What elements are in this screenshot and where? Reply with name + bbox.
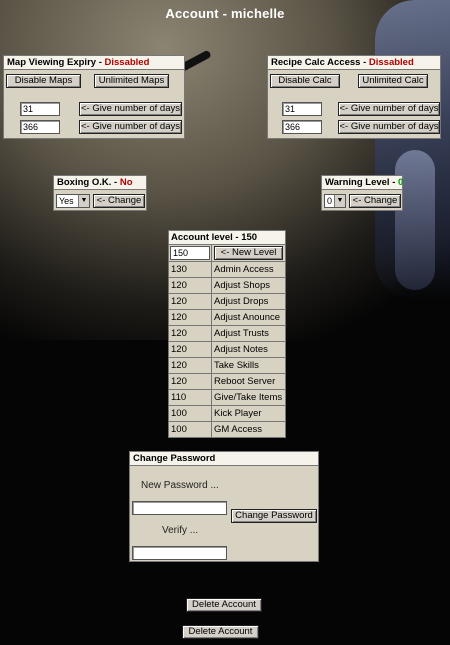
unlimited-maps-button[interactable]: Unlimited Maps	[94, 74, 169, 88]
boxing-header: Boxing O.K. - No	[54, 176, 146, 190]
map-days-input-2[interactable]: 366	[20, 120, 60, 134]
permission-level: 120	[168, 357, 212, 374]
table-row: 120 Adjust Anounce	[168, 309, 286, 326]
permission-name: Adjust Trusts	[211, 325, 286, 342]
warning-panel: Warning Level - 0 0 ▼ <- Change	[321, 175, 403, 211]
delete-account-button-1[interactable]: Delete Account	[186, 598, 262, 612]
permission-level: 100	[168, 421, 212, 438]
permission-name: Adjust Notes	[211, 341, 286, 358]
permission-name: Adjust Shops	[211, 277, 286, 294]
permission-level: 120	[168, 293, 212, 310]
table-row: 110 Give/Take Items	[168, 389, 286, 406]
permission-level: 120	[168, 309, 212, 326]
recipe-calc-header: Recipe Calc Access - Dissabled	[268, 56, 440, 70]
boxing-change-button[interactable]: <- Change	[93, 194, 145, 208]
new-password-label: New Password ...	[141, 480, 219, 491]
table-row: 120 Adjust Trusts	[168, 325, 286, 342]
permission-name: Take Skills	[211, 357, 286, 374]
recipe-days-input-1[interactable]: 31	[282, 102, 322, 116]
boxing-value: No	[119, 177, 133, 188]
permission-name: Admin Access	[211, 261, 286, 278]
map-give-days-button-1[interactable]: <- Give number of days	[79, 102, 182, 116]
warning-select-value: 0	[327, 196, 333, 206]
recipe-calc-status: Dissabled	[368, 57, 414, 68]
account-level-value: 150	[241, 232, 258, 243]
account-level-label: Account level	[171, 232, 233, 243]
recipe-calc-label: Recipe Calc Access	[271, 57, 361, 68]
warning-change-button[interactable]: <- Change	[349, 194, 401, 208]
map-viewing-panel: Map Viewing Expiry - Dissabled Disable M…	[3, 55, 185, 139]
change-password-header: Change Password	[130, 452, 318, 466]
warning-value: 0	[398, 177, 404, 188]
new-level-button[interactable]: <- New Level	[214, 246, 283, 260]
account-level-input-row: 150 <- New Level	[168, 244, 286, 262]
warning-label: Warning Level	[325, 177, 390, 188]
account-level-header: Account level - 150	[168, 230, 286, 245]
recipe-give-days-button-2[interactable]: <- Give number of days	[338, 120, 440, 134]
new-password-input[interactable]	[132, 501, 227, 515]
permission-name: GM Access	[211, 421, 286, 438]
warning-select[interactable]: 0 ▼	[324, 194, 346, 208]
map-days-input-1[interactable]: 31	[20, 102, 60, 116]
delete-account-button-2[interactable]: Delete Account	[182, 625, 259, 639]
permission-name: Kick Player	[211, 405, 286, 422]
table-row: 120 Reboot Server	[168, 373, 286, 390]
permission-name: Adjust Drops	[211, 293, 286, 310]
table-row: 100 Kick Player	[168, 405, 286, 422]
boxing-select-value: Yes	[59, 196, 74, 206]
table-row: 120 Adjust Shops	[168, 277, 286, 294]
table-row: 120 Take Skills	[168, 357, 286, 374]
permission-level: 110	[168, 389, 212, 406]
account-level-input[interactable]: 150	[170, 246, 210, 260]
recipe-give-days-button-1[interactable]: <- Give number of days	[338, 102, 440, 116]
change-password-panel: Change Password New Password ... Change …	[129, 451, 319, 562]
disable-maps-button[interactable]: Disable Maps	[6, 74, 81, 88]
map-viewing-label: Map Viewing Expiry	[7, 57, 97, 68]
table-row: 100 GM Access	[168, 421, 286, 438]
permission-level: 120	[168, 341, 212, 358]
permission-level: 120	[168, 277, 212, 294]
chevron-down-icon: ▼	[78, 195, 89, 207]
boxing-select[interactable]: Yes ▼	[56, 194, 90, 208]
table-row: 120 Adjust Notes	[168, 341, 286, 358]
permission-level: 120	[168, 325, 212, 342]
chevron-down-icon: ▼	[334, 195, 345, 207]
recipe-calc-panel: Recipe Calc Access - Dissabled Disable C…	[267, 55, 441, 139]
warning-header: Warning Level - 0	[322, 176, 404, 190]
character-figure-detail	[395, 150, 435, 290]
unlimited-calc-button[interactable]: Unlimited Calc	[358, 74, 428, 88]
page-title: Account - michelle	[165, 6, 285, 21]
permission-name: Adjust Anounce	[211, 309, 286, 326]
permission-name: Give/Take Items	[211, 389, 286, 406]
map-give-days-button-2[interactable]: <- Give number of days	[79, 120, 182, 134]
disable-calc-button[interactable]: Disable Calc	[270, 74, 340, 88]
table-row: 130 Admin Access	[168, 261, 286, 278]
table-row: 120 Adjust Drops	[168, 293, 286, 310]
account-level-table: Account level - 150 150 <- New Level 130…	[168, 230, 286, 438]
permission-level: 120	[168, 373, 212, 390]
permission-level: 100	[168, 405, 212, 422]
verify-label: Verify ...	[162, 525, 199, 536]
verify-password-input[interactable]	[132, 546, 227, 560]
map-viewing-status: Dissabled	[104, 57, 150, 68]
change-password-button[interactable]: Change Password	[231, 509, 317, 523]
recipe-days-input-2[interactable]: 366	[282, 120, 322, 134]
boxing-panel: Boxing O.K. - No Yes ▼ <- Change	[53, 175, 147, 211]
permission-level: 130	[168, 261, 212, 278]
map-viewing-header: Map Viewing Expiry - Dissabled	[4, 56, 184, 70]
boxing-label: Boxing O.K.	[57, 177, 112, 188]
permission-name: Reboot Server	[211, 373, 286, 390]
